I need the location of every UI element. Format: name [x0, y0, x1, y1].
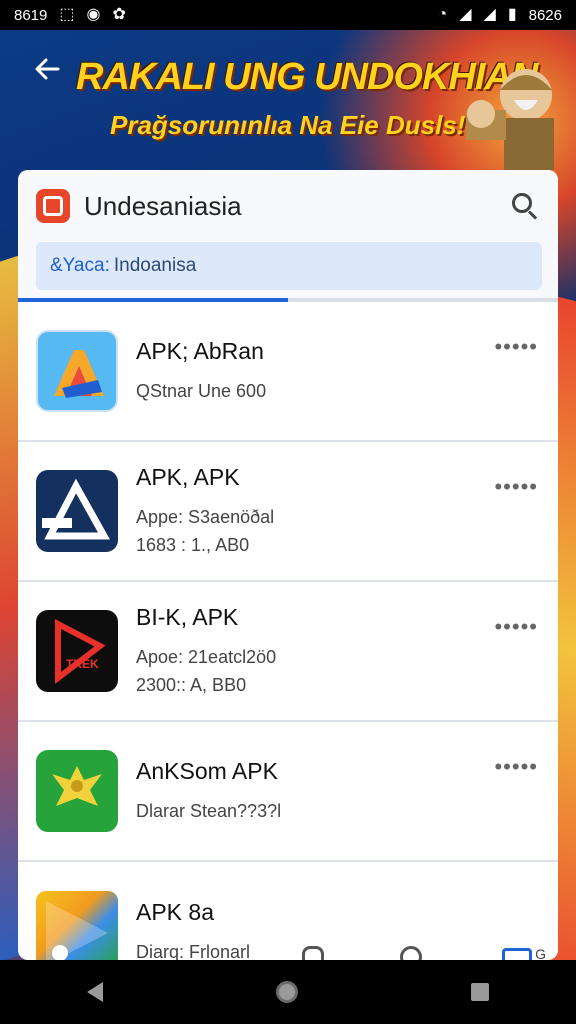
app-icon-triangle — [36, 470, 118, 552]
more-dots-icon[interactable]: ••••• — [494, 616, 538, 638]
nav-recent-icon[interactable] — [471, 983, 490, 1001]
app-meta-2: 1683 : 1., AB0 — [136, 534, 250, 555]
navigation-bar — [0, 960, 576, 1024]
search-icon[interactable] — [510, 191, 540, 221]
app-name: APK 8a — [136, 898, 214, 925]
app-icon-garuda — [36, 750, 118, 832]
filter-input[interactable]: &Yaca: Indoanisa — [36, 242, 542, 290]
bottom-actions: G — [294, 942, 546, 960]
status-time: 8619 — [14, 6, 48, 24]
status-right-text: 8626 — [528, 6, 562, 24]
wifi-icon: ◔ — [437, 6, 448, 23]
panel-title: Undesaniasia — [84, 190, 242, 221]
app-icon-arrow — [36, 330, 118, 412]
settings-small-icon: ✿ — [112, 6, 126, 23]
update-badge: G — [535, 946, 546, 960]
back-arrow-icon[interactable] — [30, 54, 64, 88]
panel-header: Undesaniasia — [18, 170, 558, 242]
app-icon-play: TREK — [36, 610, 118, 692]
signal-2-icon: ◢ — [483, 6, 496, 23]
app-meta: QStnar Une 600 — [136, 380, 267, 401]
app-icon-play-store — [36, 891, 118, 960]
list-item[interactable]: AnKSom APK Dlarar Stean??3?l ••••• — [18, 722, 558, 862]
filter-wrap: &Yaca: Indoanisa — [18, 242, 558, 298]
more-dots-icon[interactable]: ••••• — [494, 476, 538, 498]
list-item[interactable]: TREK BI-K, APK Apoe: 21eatcl2ö0 2300:: A… — [18, 582, 558, 722]
banner-subtitle: Prağsorunınlıa Na Eie Dusls!! — [110, 110, 475, 140]
nav-home-icon[interactable] — [275, 981, 298, 1003]
app-meta: Dlarar Stean??3?l — [136, 800, 282, 821]
filter-value: Indoanisa — [113, 255, 197, 276]
more-dots-icon[interactable]: ••••• — [494, 336, 538, 358]
signal-icon: ◢ — [459, 6, 472, 23]
app-meta: Appe: S3aenöðal — [136, 506, 275, 527]
store-logo-icon — [36, 189, 70, 223]
notification-icon: ⬚ — [59, 6, 75, 23]
status-bar: 8619 ⬚ ◉ ✿ ◔ ◢ ◢ ▮ 8626 — [0, 0, 576, 30]
search-icon[interactable] — [396, 942, 436, 960]
list-item[interactable]: APK 8a Diarq: Frlonarl G — [18, 862, 558, 960]
app-store-panel: Undesaniasia &Yaca: Indoanisa APK; AbRan… — [18, 170, 558, 960]
robot-icon[interactable] — [294, 942, 334, 960]
more-dots-icon[interactable]: ••••• — [494, 756, 538, 778]
app-meta: Apoe: 21eatcl2ö0 — [136, 646, 277, 667]
filter-key: &Yaca: — [50, 255, 110, 276]
notification-circle-icon: ◉ — [86, 6, 101, 23]
nav-back-icon[interactable] — [86, 982, 103, 1002]
list-item[interactable]: APK; AbRan QStnar Une 600 ••••• — [18, 302, 558, 442]
battery-icon: ▮ — [507, 6, 517, 23]
list-item[interactable]: APK, APK Appe: S3aenöðal 1683 : 1., AB0 … — [18, 442, 558, 582]
soldier-character-image — [446, 40, 576, 170]
update-icon[interactable]: G — [498, 942, 546, 960]
svg-text:TREK: TREK — [66, 657, 99, 671]
app-meta-2: 2300:: A, BB0 — [136, 674, 247, 695]
